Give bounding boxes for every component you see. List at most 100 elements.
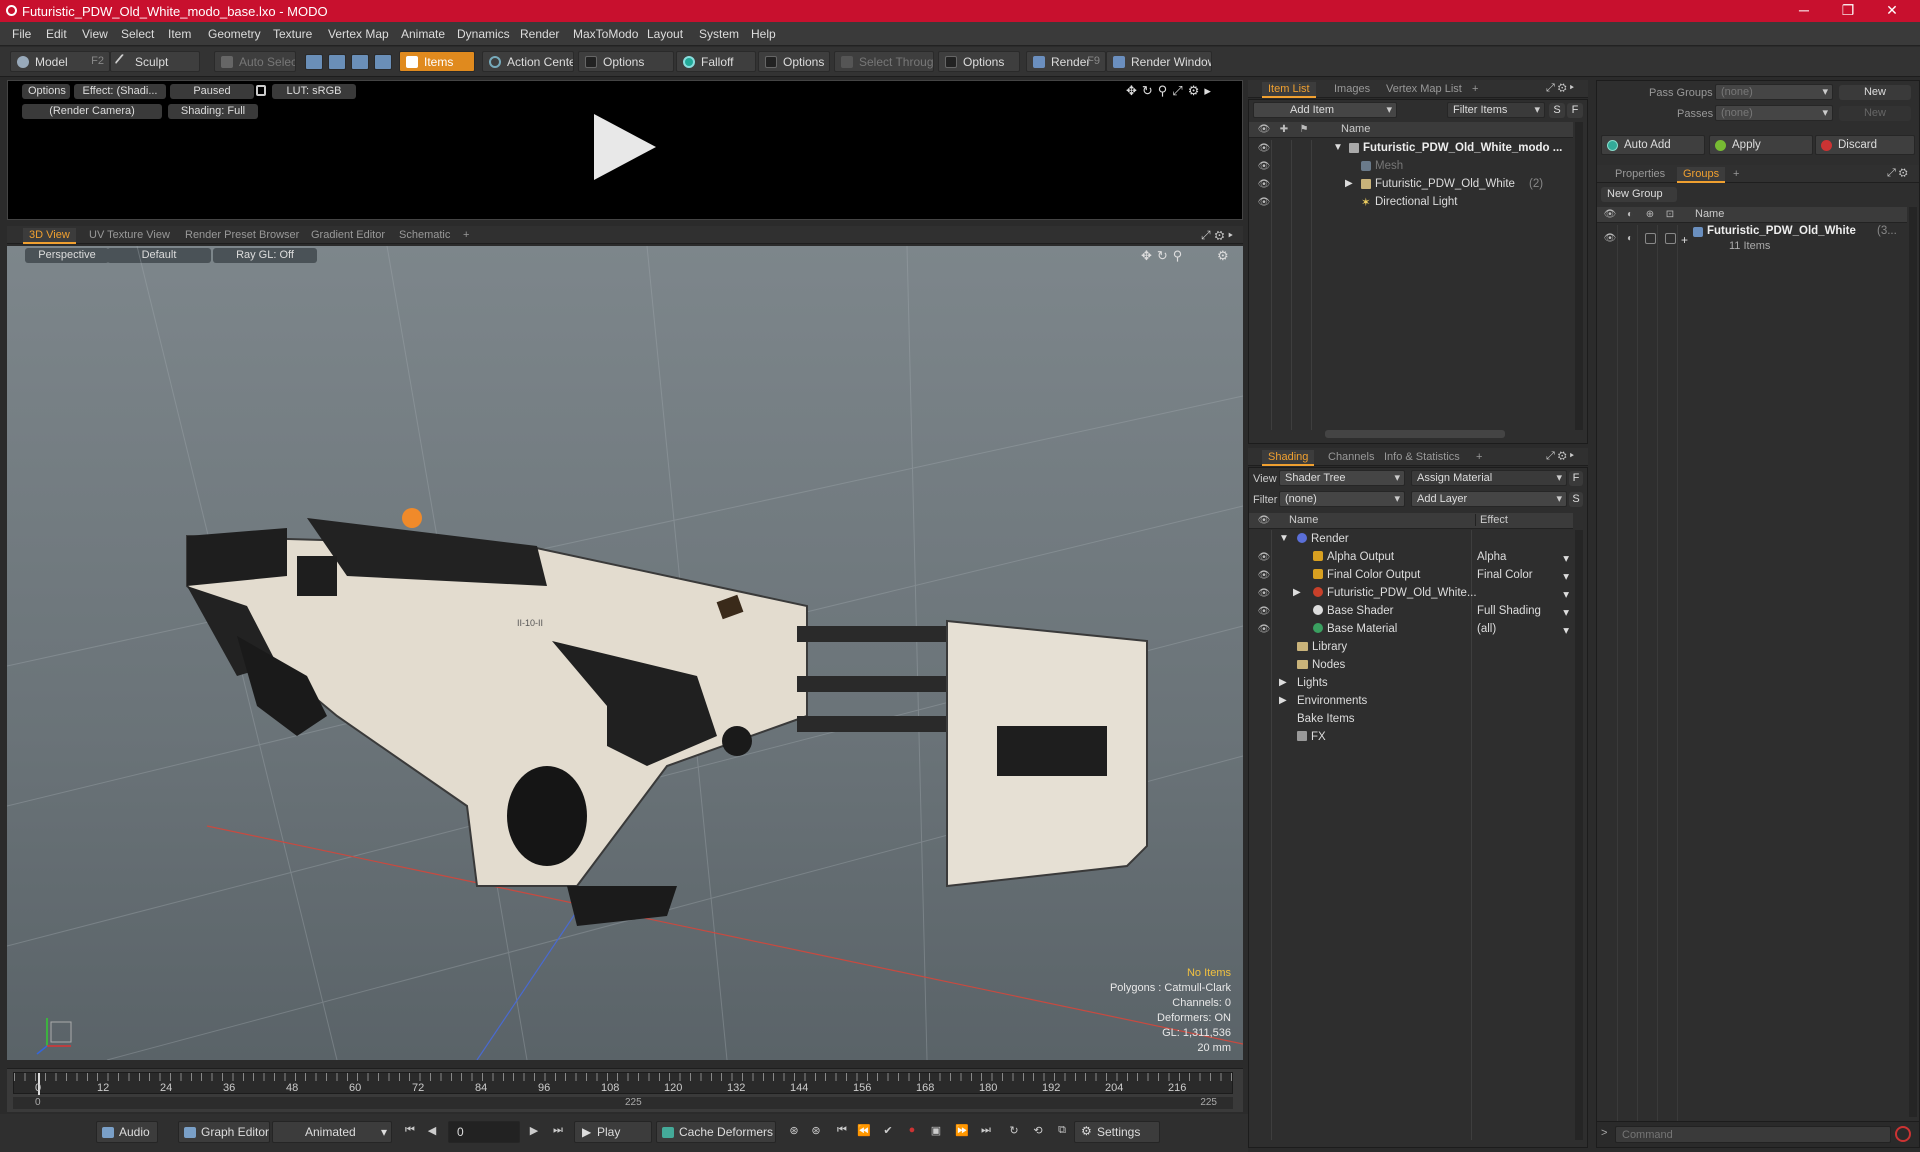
view-dropdown[interactable]: Shader Tree [1279,470,1405,486]
tab-properties[interactable]: Properties [1609,167,1671,183]
item-row[interactable]: 👁 ▼ Futuristic_PDW_Old_White_modo ... [1249,140,1573,158]
key-icon-2[interactable]: ⊛ [808,1124,824,1140]
shader-row-environments[interactable]: ▶ Environments [1249,693,1573,711]
go-to-start-icon[interactable]: ⏮ [402,1124,418,1140]
panel-icons[interactable]: ⤢⚙ [1887,167,1911,180]
menu-system[interactable]: System [699,27,739,41]
visibility-eye-icon[interactable]: 👁 [1257,179,1271,190]
falloff-options-button[interactable]: Options [758,51,830,72]
close-button[interactable]: ✕ [1870,2,1914,19]
item-row[interactable]: 👁 Mesh [1249,158,1573,176]
shader-row-nodes[interactable]: Nodes [1249,657,1573,675]
visibility-eye-icon[interactable]: 👁 [1257,588,1271,599]
timeline[interactable]: 0 12 24 36 48 60 72 84 96 108 120 132 14… [7,1068,1243,1112]
key-prev-icon[interactable]: ⏮ [834,1124,850,1140]
lut-dropdown[interactable]: LUT: sRGB [272,84,356,99]
visibility-eye-icon[interactable]: 👁 [1257,606,1271,617]
action-center-options-button[interactable]: Options [578,51,674,72]
menu-geometry[interactable]: Geometry [208,27,261,41]
item-row[interactable]: 👁 ✶ Directional Light [1249,194,1573,212]
add-tab-button[interactable]: + [1466,82,1484,98]
expand-arrow-icon[interactable]: ▶ [1293,587,1301,598]
visibility-eye-icon[interactable]: 👁 [1257,161,1271,172]
item-list-vscroll[interactable] [1575,122,1583,430]
key-check-icon[interactable]: ✔ [880,1124,896,1140]
vertices-mode-icon[interactable] [305,54,323,70]
key-back-icon[interactable]: ⏪ [856,1124,872,1140]
apply-button[interactable]: Apply [1709,135,1813,155]
visibility-eye-icon[interactable]: 👁 [1257,143,1271,154]
visibility-eye-icon[interactable]: 👁 [1603,233,1617,244]
expand-arrow-icon[interactable]: ▶ [1279,677,1287,688]
item-list-s-button[interactable]: S [1549,103,1565,118]
restore-button[interactable]: ❐ [1826,2,1870,19]
add-tab-button[interactable]: + [1727,167,1745,183]
pass-groups-dropdown[interactable]: (none) [1715,84,1833,100]
menu-item[interactable]: Item [168,27,191,41]
passes-dropdown[interactable]: (none) [1715,105,1833,121]
add-item-dropdown[interactable]: Add Item [1253,102,1397,118]
new-pass-button[interactable]: New [1839,106,1911,121]
menu-vertex-map[interactable]: Vertex Map [328,27,389,41]
key-icon-1[interactable]: ⊛ [786,1124,802,1140]
lock-checkbox[interactable] [1645,233,1656,244]
render-preview[interactable]: Options Effect: (Shadi... Paused LUT: sR… [7,80,1243,220]
minimize-button[interactable]: ─ [1782,2,1826,18]
preview-options-button[interactable]: Options [22,84,70,99]
viewport-tab-icons[interactable]: ⤢⚙▸ [1201,228,1237,243]
menu-select[interactable]: Select [121,27,154,41]
go-to-end-icon[interactable]: ⏭ [550,1124,566,1140]
add-tab-button[interactable]: + [457,228,475,244]
sync-icon[interactable]: ⟲ [1030,1124,1046,1140]
tab-channels[interactable]: Channels [1322,450,1380,466]
menu-help[interactable]: Help [751,27,776,41]
tab-vertex-map-list[interactable]: Vertex Map List [1380,82,1468,98]
new-group-button[interactable]: New Group [1601,187,1677,202]
3d-viewport[interactable]: Perspective Default Ray GL: Off ✥↻⚲ ⚙ II… [7,246,1243,1060]
menu-animate[interactable]: Animate [401,27,445,41]
settings-button[interactable]: ⚙ Settings [1074,1121,1160,1143]
expand-arrow-icon[interactable]: ▶ [1279,695,1287,706]
next-frame-icon[interactable]: ▶ [526,1124,542,1140]
edges-mode-icon[interactable] [328,54,346,70]
panel-icons[interactable]: ⤢⚙▸ [1546,450,1577,463]
render-window-button[interactable]: Render Window [1106,51,1212,72]
lock-icon[interactable] [256,85,266,96]
item-row[interactable]: 👁 ▶ Futuristic_PDW_Old_White (2) [1249,176,1573,194]
add-tab-button[interactable]: + [1470,450,1488,466]
effect-dropdown[interactable]: Final Color ▾ [1477,569,1573,583]
shading-dropdown[interactable]: Shading: Full [168,104,258,119]
menu-file[interactable]: File [12,27,31,41]
tab-shading[interactable]: Shading [1262,450,1315,466]
new-pass-group-button[interactable]: New [1839,85,1911,100]
item-list-scrollbar[interactable] [1325,430,1505,438]
menu-render[interactable]: Render [520,27,559,41]
shader-row-material-group[interactable]: 👁 ▶ Futuristic_PDW_Old_White... ▾ [1249,585,1573,603]
tab-info-statistics[interactable]: Info & Statistics [1378,450,1466,466]
visibility-eye-icon[interactable]: 👁 [1257,197,1271,208]
tab-groups[interactable]: Groups [1677,167,1726,183]
expand-arrow-icon[interactable]: ▶ [1345,178,1353,189]
command-input[interactable] [1615,1126,1891,1143]
filter-items-input[interactable]: Filter Items [1447,102,1545,118]
effect-dropdown[interactable]: Alpha ▾ [1477,551,1573,565]
panel-icons[interactable]: ⤢⚙▸ [1546,82,1577,95]
discard-button[interactable]: Discard [1815,135,1915,155]
graph-editor-button[interactable]: Graph Editor [178,1121,270,1143]
items-mode-button[interactable]: Items [399,51,475,72]
menu-maxtomodo[interactable]: MaxToModo [573,27,638,41]
model-mode-button[interactable]: Model F2 [10,51,110,72]
materials-mode-icon[interactable] [374,54,392,70]
tab-3d-view[interactable]: 3D View [23,228,76,244]
shader-tree-vscroll[interactable] [1575,530,1583,1140]
group-row[interactable]: 👁 ◐ + Futuristic_PDW_Old_White (3... 11 … [1597,225,1907,257]
visibility-eye-icon[interactable]: 👁 [1257,624,1271,635]
tab-item-list[interactable]: Item List [1262,82,1316,98]
command-history-icon[interactable] [1895,1126,1911,1142]
shader-row-bake-items[interactable]: Bake Items [1249,711,1573,729]
shader-row-final-color-output[interactable]: 👁 Final Color Output Final Color ▾ [1249,567,1573,585]
action-center-button[interactable]: Action Center [482,51,574,72]
expand-arrow-icon[interactable]: ▼ [1279,533,1289,544]
play-icon[interactable] [594,114,656,180]
menu-dynamics[interactable]: Dynamics [457,27,510,41]
